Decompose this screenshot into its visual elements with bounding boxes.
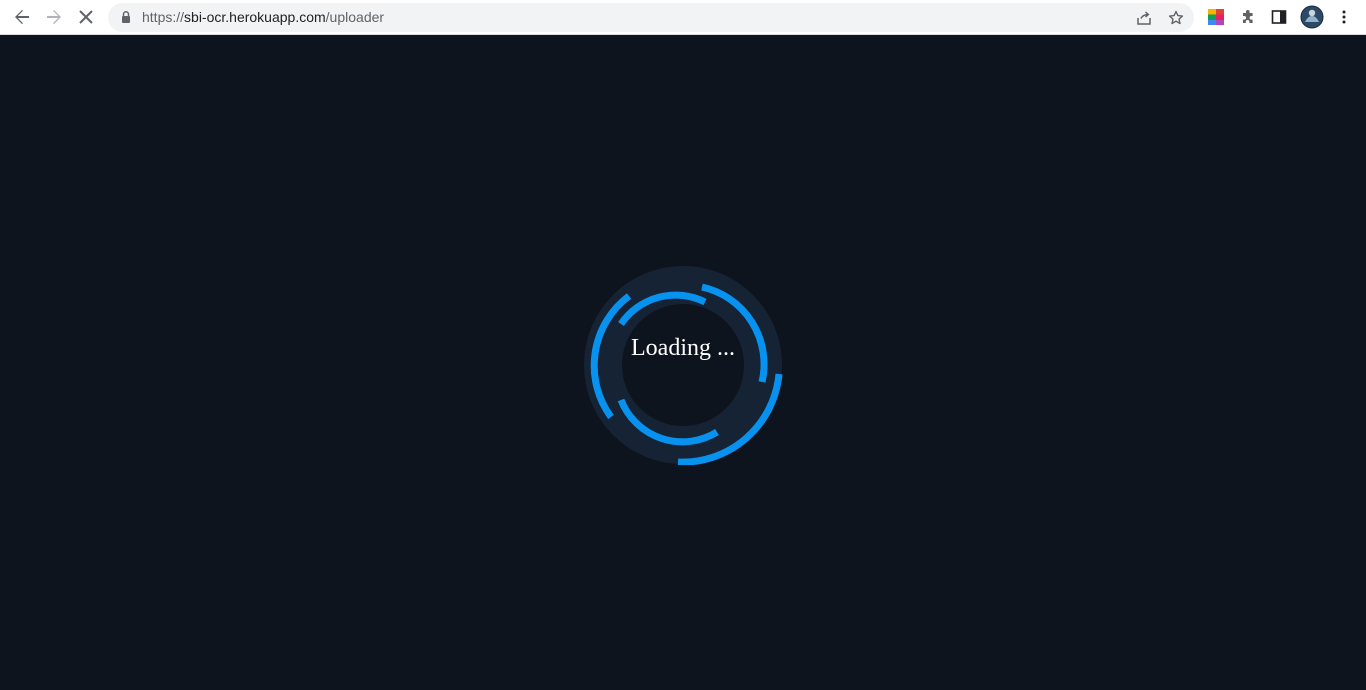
bookmark-button[interactable] xyxy=(1162,4,1190,32)
url-text[interactable]: https://sbi-ocr.herokuapp.com/uploader xyxy=(142,3,384,32)
kebab-menu-icon xyxy=(1342,10,1346,24)
profile-avatar xyxy=(1300,5,1324,29)
forward-button[interactable] xyxy=(40,3,68,31)
side-panel-button[interactable] xyxy=(1265,3,1293,31)
back-button[interactable] xyxy=(8,3,36,31)
forward-arrow-icon xyxy=(47,10,61,24)
star-icon xyxy=(1168,10,1184,25)
url-host: sbi-ocr.herokuapp.com xyxy=(184,9,326,25)
page-content: Loading ... xyxy=(0,36,1366,690)
side-panel-icon xyxy=(1271,10,1287,24)
share-button[interactable] xyxy=(1130,4,1158,32)
color-palette-extension-icon xyxy=(1208,9,1224,25)
spinner-inner-disc xyxy=(622,304,744,426)
color-extension-button[interactable] xyxy=(1202,3,1230,31)
browser-toolbar: https://sbi-ocr.herokuapp.com/uploader xyxy=(0,0,1366,35)
loading-spinner xyxy=(584,266,783,465)
loading-text: Loading ... xyxy=(631,335,735,361)
extensions-button[interactable] xyxy=(1234,3,1262,31)
profile-button[interactable] xyxy=(1298,3,1326,31)
puzzle-piece-icon xyxy=(1243,10,1253,23)
stop-loading-icon xyxy=(79,10,93,24)
stop-button[interactable] xyxy=(72,3,100,31)
url-path: /uploader xyxy=(325,9,385,25)
lock-icon xyxy=(122,11,130,23)
share-icon xyxy=(1137,11,1151,25)
address-bar[interactable]: https://sbi-ocr.herokuapp.com/uploader xyxy=(108,3,1194,32)
back-arrow-icon xyxy=(15,10,29,24)
url-scheme: https:// xyxy=(142,9,185,25)
browser-menu-button[interactable] xyxy=(1330,3,1358,31)
